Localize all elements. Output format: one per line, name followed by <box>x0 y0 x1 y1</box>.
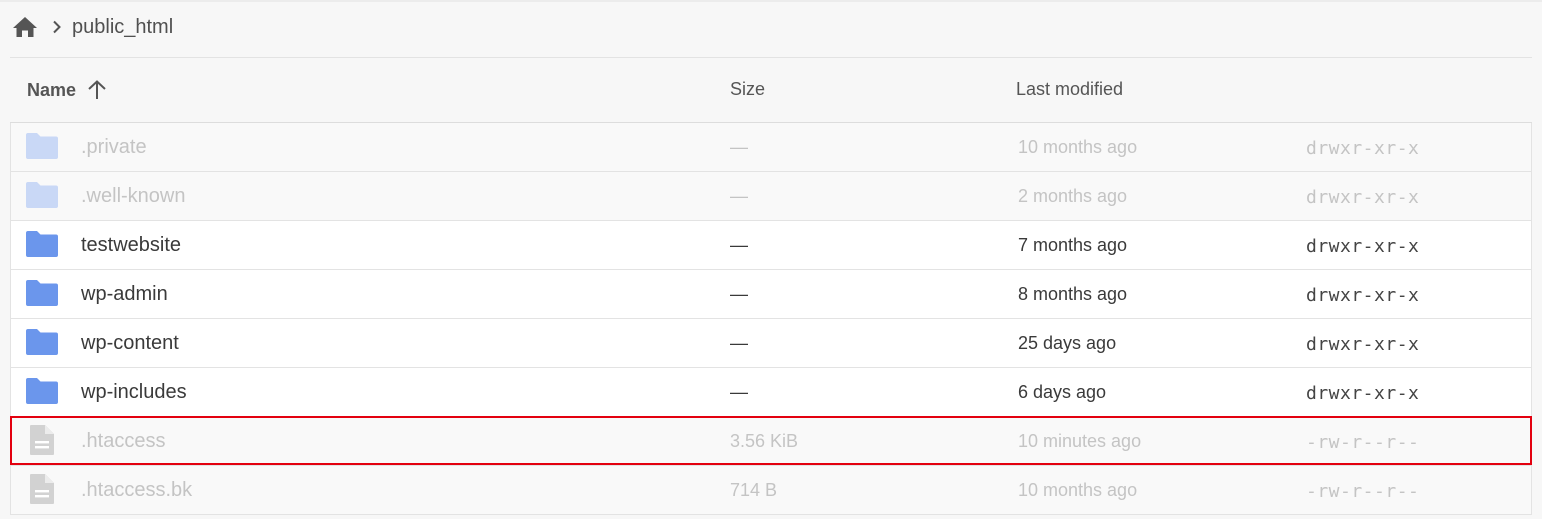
file-permissions: drwxr-xr-x <box>1306 334 1420 355</box>
file-icon <box>25 424 59 461</box>
file-name: testwebsite <box>81 234 182 256</box>
column-header-size[interactable]: Size <box>730 79 765 100</box>
file-permissions: drwxr-xr-x <box>1306 285 1420 306</box>
folder-icon <box>25 181 59 214</box>
file-modified: 10 months ago <box>1018 137 1138 157</box>
file-size: — <box>730 235 748 255</box>
file-permissions: drwxr-xr-x <box>1306 138 1420 159</box>
file-size: — <box>730 186 748 206</box>
chevron-right-icon <box>52 20 62 34</box>
file-modified: 10 minutes ago <box>1018 431 1142 451</box>
file-size: — <box>730 382 748 402</box>
file-size: — <box>730 137 748 157</box>
file-row[interactable]: .well-known — 2 months ago drwxr-xr-x <box>10 172 1532 221</box>
folder-icon <box>25 328 59 361</box>
file-size: — <box>730 284 748 304</box>
file-icon <box>25 473 59 510</box>
file-row[interactable]: .htaccess 3.56 KiB 10 minutes ago -rw-r--r-… <box>10 417 1532 466</box>
file-permissions: -rw-r--r-- <box>1306 481 1420 502</box>
breadcrumb-current[interactable]: public_html <box>72 16 173 39</box>
folder-icon <box>25 230 59 263</box>
file-modified: 10 months ago <box>1018 480 1138 500</box>
column-header-name[interactable]: Name <box>27 79 108 101</box>
home-icon[interactable] <box>12 15 38 39</box>
file-size: — <box>730 333 748 353</box>
folder-icon <box>25 279 59 312</box>
file-list-header: Name Size Last modified <box>10 58 1532 123</box>
file-modified: 25 days ago <box>1018 333 1117 353</box>
file-name: wp-admin <box>81 283 168 305</box>
breadcrumb: public_html <box>12 12 173 42</box>
file-modified: 8 months ago <box>1018 284 1128 304</box>
file-row[interactable]: wp-includes — 6 days ago drwxr-xr-x <box>10 368 1532 417</box>
file-row[interactable]: .htaccess.bk 714 B 10 months ago -rw-r--r-- <box>10 466 1532 515</box>
column-name-label: Name <box>27 79 77 100</box>
file-modified: 2 months ago <box>1018 186 1128 206</box>
file-name: .htaccess <box>81 430 166 452</box>
file-list: Name Size Last modified .private — 10 mont… <box>10 57 1532 519</box>
file-size: 3.56 KiB <box>730 431 799 451</box>
column-header-modified[interactable]: Last modified <box>1016 79 1123 100</box>
file-name: wp-content <box>81 332 179 354</box>
file-permissions: -rw-r--r-- <box>1306 432 1420 453</box>
file-row[interactable]: wp-content — 25 days ago drwxr-xr-x <box>10 319 1532 368</box>
file-size: 714 B <box>730 480 778 500</box>
file-row[interactable]: testwebsite — 7 months ago drwxr-xr-x <box>10 221 1532 270</box>
arrow-up-icon <box>88 80 106 99</box>
file-name: .htaccess.bk <box>81 479 193 501</box>
file-row[interactable]: .private — 10 months ago drwxr-xr-x <box>10 123 1532 172</box>
file-permissions: drwxr-xr-x <box>1306 236 1420 257</box>
file-row[interactable]: wp-admin — 8 months ago drwxr-xr-x <box>10 270 1532 319</box>
top-divider <box>0 0 1542 2</box>
file-name: .well-known <box>81 185 186 207</box>
file-modified: 6 days ago <box>1018 382 1107 402</box>
file-permissions: drwxr-xr-x <box>1306 383 1420 404</box>
folder-icon <box>25 132 59 165</box>
file-name: .private <box>81 136 147 158</box>
file-name: wp-includes <box>81 381 187 403</box>
file-modified: 7 months ago <box>1018 235 1128 255</box>
file-permissions: drwxr-xr-x <box>1306 187 1420 208</box>
folder-icon <box>25 377 59 410</box>
